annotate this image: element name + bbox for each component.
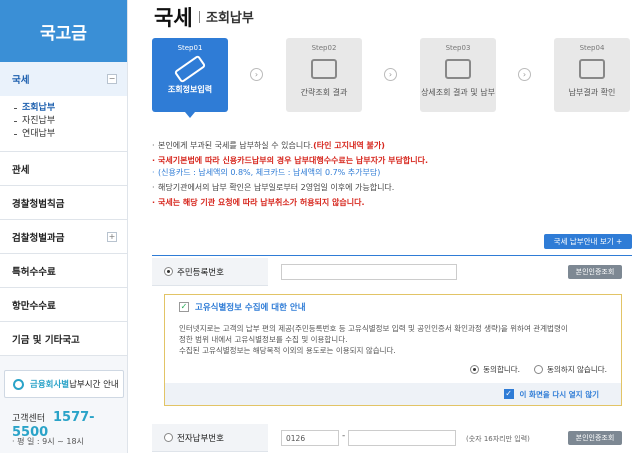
epay-dash: - (342, 431, 346, 441)
page-title: 국세 (154, 6, 193, 30)
rrn-input[interactable] (281, 264, 457, 280)
sidebar: 국고금 국세 − 조회납부 자진납부 연대납부 관세 경찰청범칙금 검찰청벌과금… (0, 0, 128, 453)
sidebar-item-label: 특허수수료 (12, 266, 56, 278)
step-1: Step01 조회정보입력 (152, 38, 228, 118)
consent-title: 고유식별정보 수집에 대한 안내 (195, 303, 306, 313)
sidebar-item-label: 검찰청벌과금 (12, 232, 65, 244)
notice-card-fee: 국세기본법에 따라 신용카드납부의 경우 납부대행수수료는 납부자가 부담합니다… (152, 155, 632, 167)
sidebar-item-label: 경찰청범칙금 (12, 198, 65, 210)
sidebar-item-fund-other[interactable]: 기금 및 기타국고 (0, 322, 127, 356)
sidebar-item-national-tax[interactable]: 국세 − (0, 62, 127, 96)
submenu-item-self-payment[interactable]: 자진납부 (14, 115, 127, 128)
epay-hint: (숫자 16자리만 입력) (466, 435, 530, 443)
chevron-right-icon: › (250, 68, 263, 81)
epay-option[interactable]: 전자납부번호 (152, 424, 268, 452)
notice-no-cancel: 국세는 해당 기관 요청에 따라 납부취소가 허용되지 않습니다. (152, 197, 632, 209)
chevron-right-icon: › (384, 68, 397, 81)
step-name: 간략조회 결과 (300, 88, 348, 97)
tax-guide-button[interactable]: 국세 납부안내 보기 + (544, 234, 632, 249)
submenu-item-joint-payment[interactable]: 연대납부 (14, 128, 127, 141)
epay-prefix-input[interactable]: 0126 (281, 430, 339, 446)
notice-confirmation: 해당기관에서의 납부 확인은 납부일로부터 2영업일 이후에 가능합니다. (152, 182, 632, 194)
sidebar-item-patent-fee[interactable]: 특허수수료 (0, 254, 127, 288)
step-number: Step04 (579, 44, 605, 52)
sidebar-item-label: 국세 (12, 75, 30, 86)
customer-center-label: 고객센터 (12, 414, 46, 424)
expand-icon[interactable]: + (107, 231, 117, 242)
step-3: Step03 상세조회 결과 및 납부 (420, 38, 496, 112)
sidebar-item-label: 기금 및 기타국고 (12, 334, 80, 346)
hours-label: 납부시간 안내 (69, 380, 119, 390)
rrn-label: 주민등록번호 (177, 267, 224, 278)
sidebar-submenu: 조회납부 자진납부 연대납부 (0, 96, 127, 152)
sidebar-item-port-fee[interactable]: 항만수수료 (0, 288, 127, 322)
chevron-right-icon: › (518, 68, 531, 81)
clock-icon (13, 378, 24, 390)
printer-icon (579, 59, 605, 79)
epay-label: 전자납부번호 (177, 433, 224, 444)
epay-radio[interactable] (164, 433, 173, 442)
hours-highlight: 금융회사별 (30, 380, 70, 390)
agree-option[interactable]: 동의합니다. (470, 364, 520, 375)
submenu-item-inquiry-payment[interactable]: 조회납부 (14, 102, 127, 115)
consent-box: ✓ 고유식별정보 수집에 대한 안내 인터넷지로는 고객의 납부 편의 제공(주… (164, 294, 622, 406)
sidebar-item-customs[interactable]: 관세 (0, 152, 127, 186)
consent-header: ✓ 고유식별정보 수집에 대한 안내 (165, 295, 621, 319)
step-name: 상세조회 결과 및 납부 (421, 88, 495, 97)
form-top-border (152, 255, 632, 256)
dont-show-checkbox[interactable]: ✓ (503, 389, 514, 399)
consent-options: 동의합니다. 동의하지 않습니다. (456, 364, 607, 375)
step-pointer (185, 112, 195, 118)
id-card-icon (445, 59, 471, 79)
identity-check-button[interactable]: 본인인증조회 (568, 265, 622, 279)
sidebar-item-label: 관세 (12, 164, 30, 176)
page-subtitle: 조회납부 (206, 11, 254, 26)
sidebar-title: 국고금 (0, 0, 127, 62)
consent-body: 인터넷지로는 고객의 납부 편의 제공(주민등록번호 등 고유식별정보 입력 및… (179, 324, 568, 355)
agree-radio[interactable] (470, 365, 480, 374)
step-2: Step02 간략조회 결과 (286, 38, 362, 112)
collapse-icon[interactable]: − (107, 74, 117, 84)
monitor-icon (311, 59, 337, 79)
disagree-option[interactable]: 동의하지 않습니다. (534, 364, 607, 375)
rrn-radio[interactable] (164, 267, 173, 276)
notice-card-fee-detail: (신용카드 : 납세액의 0.8%, 체크카드 : 납세액의 0.7% 추가부담… (152, 167, 632, 179)
step-name: 조회정보입력 (167, 85, 213, 94)
notice-list: 본인에게 부과된 국세를 납부하실 수 있습니다.(타인 고지내역 불가) 국세… (152, 140, 632, 212)
check-icon: ✓ (179, 302, 189, 312)
payment-hours-link[interactable]: 금융회사별 납부시간 안내 (4, 370, 124, 398)
step-name: 납부결과 확인 (568, 88, 616, 97)
notice-own-tax: 본인에게 부과된 국세를 납부하실 수 있습니다.(타인 고지내역 불가) (152, 140, 632, 152)
sidebar-item-prosecution-fine[interactable]: 검찰청벌과금 + (0, 220, 127, 254)
main-content: 국세 조회납부 Step01 조회정보입력 › Step02 간략조회 결과 ›… (148, 0, 640, 453)
step-number: Step02 (311, 44, 337, 52)
sidebar-item-police-fine[interactable]: 경찰청범칙금 (0, 186, 127, 220)
rrn-option[interactable]: 주민등록번호 (152, 258, 268, 286)
title-divider (199, 11, 200, 23)
weekday-hours: · 평 일 : 9시 ~ 18시 (12, 437, 84, 446)
sidebar-item-label: 항만수수료 (12, 300, 56, 312)
disagree-radio[interactable] (534, 365, 544, 374)
keyboard-icon (173, 54, 207, 84)
epay-number-input[interactable] (348, 430, 456, 446)
step-4: Step04 납부결과 확인 (554, 38, 630, 112)
identity-check-button-2[interactable]: 본인인증조회 (568, 431, 622, 445)
step-number: Step03 (445, 44, 471, 52)
step-number: Step01 (177, 44, 203, 52)
dont-show-again[interactable]: ✓ 이 화면을 다시 열지 않기 (165, 383, 621, 405)
